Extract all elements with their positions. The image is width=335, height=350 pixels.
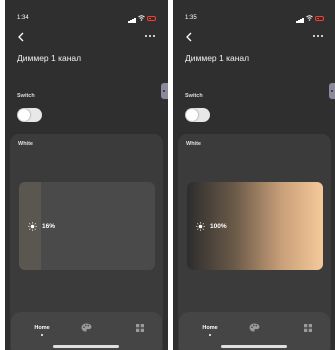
sun-icon bbox=[28, 222, 37, 231]
grid-icon[interactable] bbox=[136, 324, 144, 332]
toggle-knob bbox=[18, 109, 30, 121]
brightness-percent: 16% bbox=[42, 223, 56, 230]
status-icons bbox=[128, 15, 158, 23]
status-time: 1:34 bbox=[17, 15, 29, 21]
brightness-slider[interactable]: 100% bbox=[187, 182, 323, 270]
battery-icon bbox=[147, 16, 156, 21]
white-label: White bbox=[18, 141, 33, 147]
brightness-slider[interactable]: 16% bbox=[19, 182, 155, 270]
grid-icon[interactable] bbox=[304, 324, 312, 332]
wifi-icon bbox=[138, 15, 145, 21]
palette-icon[interactable] bbox=[249, 323, 260, 332]
brightness-percent: 100% bbox=[210, 223, 227, 230]
nav-home-label: Home bbox=[202, 325, 218, 331]
battery-icon bbox=[315, 16, 324, 21]
phone-screen-1: 1:34 Диммер 1 канал Switch White 16% Hom… bbox=[5, 0, 168, 350]
switch-label: Switch bbox=[185, 93, 203, 99]
more-icon[interactable] bbox=[312, 33, 324, 39]
power-toggle[interactable] bbox=[185, 108, 210, 122]
sun-icon bbox=[196, 222, 205, 231]
nav-home-label: Home bbox=[34, 325, 50, 331]
status-icons bbox=[296, 15, 326, 23]
more-icon[interactable] bbox=[144, 33, 156, 39]
status-bar: 1:35 bbox=[173, 0, 335, 24]
palette-icon[interactable] bbox=[81, 323, 92, 332]
chevron-left-icon[interactable] bbox=[185, 32, 193, 42]
status-time: 1:35 bbox=[185, 15, 197, 21]
device-title: Диммер 1 канал bbox=[17, 53, 82, 63]
toggle-knob bbox=[186, 109, 198, 121]
wifi-icon bbox=[306, 15, 313, 21]
nav-active-dot bbox=[209, 334, 211, 336]
nav-active-dot bbox=[41, 334, 43, 336]
home-indicator bbox=[221, 345, 287, 348]
phone-screen-2: 1:35 Диммер 1 канал Switch White 100% Ho… bbox=[173, 0, 335, 350]
home-indicator bbox=[53, 345, 119, 348]
nav-home[interactable]: Home bbox=[199, 325, 221, 337]
device-title: Диммер 1 канал bbox=[185, 53, 250, 63]
side-drawer-handle[interactable] bbox=[161, 83, 168, 99]
side-drawer-handle[interactable] bbox=[329, 83, 335, 99]
brightness-slider-fill bbox=[187, 182, 323, 270]
switch-label: Switch bbox=[17, 93, 35, 99]
white-label: White bbox=[186, 141, 201, 147]
power-toggle[interactable] bbox=[17, 108, 42, 122]
chevron-left-icon[interactable] bbox=[17, 32, 25, 42]
status-bar: 1:34 bbox=[5, 0, 168, 24]
nav-home[interactable]: Home bbox=[31, 325, 53, 337]
